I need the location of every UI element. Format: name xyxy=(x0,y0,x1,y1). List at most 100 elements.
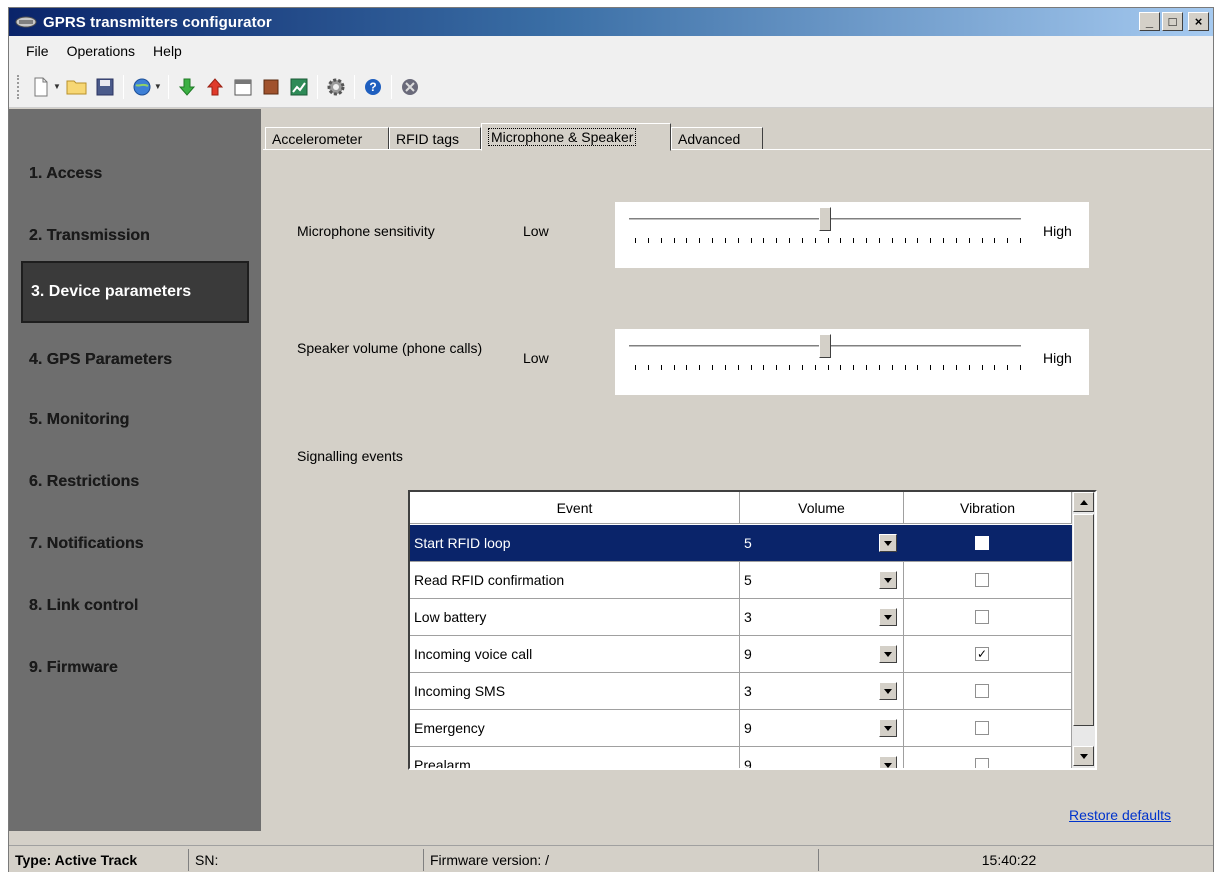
vibration-checkbox[interactable] xyxy=(975,610,989,624)
volume-combo[interactable]: 9 xyxy=(740,747,904,768)
volume-combo[interactable]: 3 xyxy=(740,599,904,635)
vibration-checkbox[interactable] xyxy=(975,536,989,550)
dropdown-arrow-icon[interactable] xyxy=(879,608,897,626)
event-cell[interactable]: Low battery xyxy=(410,599,740,635)
table-row[interactable]: Start RFID loop 5 xyxy=(410,525,1072,562)
slider-tick xyxy=(661,238,662,243)
settings-gear-icon[interactable] xyxy=(325,76,347,98)
dropdown-arrow-icon[interactable] xyxy=(879,571,897,589)
event-cell[interactable]: Incoming SMS xyxy=(410,673,740,709)
vibration-checkbox[interactable] xyxy=(975,573,989,587)
restore-defaults-link[interactable]: Restore defaults xyxy=(1069,807,1171,823)
table-row[interactable]: Emergency 9 xyxy=(410,710,1072,747)
slider-thumb[interactable] xyxy=(819,334,831,358)
open-folder-icon[interactable] xyxy=(66,76,88,98)
maximize-button[interactable]: □ xyxy=(1162,12,1183,31)
vibration-checkbox[interactable] xyxy=(975,684,989,698)
event-cell[interactable]: Read RFID confirmation xyxy=(410,562,740,598)
slider-tick xyxy=(982,238,983,243)
table-row[interactable]: Prealarm 9 xyxy=(410,747,1072,768)
disconnect-icon[interactable] xyxy=(399,76,421,98)
dropdown-arrow-icon[interactable] xyxy=(879,719,897,737)
slider-tick xyxy=(686,238,687,243)
sidebar-item-device-parameters[interactable]: 3. Device parameters xyxy=(21,261,249,323)
sidebar-item-firmware[interactable]: 9. Firmware xyxy=(21,639,249,697)
tab-rfid-tags[interactable]: RFID tags xyxy=(389,127,481,151)
dropdown-arrow-icon[interactable] xyxy=(879,534,897,552)
menu-file[interactable]: File xyxy=(17,39,58,63)
title-bar[interactable]: GPRS transmitters configurator _ □ × xyxy=(9,8,1213,36)
new-document-icon[interactable] xyxy=(30,76,52,98)
event-cell[interactable]: Prealarm xyxy=(410,747,740,768)
slider-tick xyxy=(905,365,906,370)
vibration-checkbox[interactable] xyxy=(975,758,989,768)
event-cell[interactable]: Emergency xyxy=(410,710,740,746)
status-firmware-version: Firmware version: / xyxy=(424,848,819,871)
toolbar-separator xyxy=(167,74,169,99)
sidebar-item-link-control[interactable]: 8. Link control xyxy=(21,577,249,635)
toolbar-grip[interactable] xyxy=(17,74,21,99)
dropdown-arrow-icon[interactable] xyxy=(879,645,897,663)
slider-thumb[interactable] xyxy=(819,207,831,231)
vibration-checkbox[interactable] xyxy=(975,721,989,735)
sidebar-item-monitoring[interactable]: 5. Monitoring xyxy=(21,391,249,449)
book-icon[interactable] xyxy=(260,76,282,98)
vibration-cell xyxy=(904,747,1072,768)
slider-tick xyxy=(815,365,816,370)
volume-combo[interactable]: 9 xyxy=(740,636,904,672)
column-header-volume[interactable]: Volume xyxy=(740,492,904,524)
tab-microphone-speaker[interactable]: Microphone & Speaker xyxy=(481,123,671,151)
sidebar-item-label: 8. Link control xyxy=(29,597,139,614)
signalling-events-table[interactable]: Event Volume Vibration Start RFID loop 5 R… xyxy=(408,490,1097,770)
minimize-button[interactable]: _ xyxy=(1139,12,1160,31)
vibration-cell xyxy=(904,562,1072,598)
slider-tick xyxy=(969,365,970,370)
sidebar-item-access[interactable]: 1. Access xyxy=(21,145,249,203)
tab-accelerometer[interactable]: Accelerometer xyxy=(265,127,389,151)
chart-icon[interactable] xyxy=(288,76,310,98)
volume-combo[interactable]: 5 xyxy=(740,525,904,561)
volume-combo[interactable]: 3 xyxy=(740,673,904,709)
upload-arrow-icon[interactable] xyxy=(204,76,226,98)
sidebar-item-restrictions[interactable]: 6. Restrictions xyxy=(21,453,249,511)
volume-combo[interactable]: 5 xyxy=(740,562,904,598)
globe-connect-icon[interactable] xyxy=(131,76,153,98)
microphone-sensitivity-slider[interactable] xyxy=(615,202,1089,268)
table-scrollbar[interactable] xyxy=(1072,492,1095,768)
slider-tick xyxy=(879,238,880,243)
chevron-down-icon[interactable]: ▼ xyxy=(53,82,61,91)
sidebar-item-label: 3. Device parameters xyxy=(31,283,192,300)
scroll-thumb[interactable] xyxy=(1073,514,1094,726)
table-row[interactable]: Low battery 3 xyxy=(410,599,1072,636)
table-row[interactable]: Incoming voice call 9 ✓ xyxy=(410,636,1072,673)
event-cell[interactable]: Start RFID loop xyxy=(410,525,740,561)
download-arrow-icon[interactable] xyxy=(176,76,198,98)
slider-tick xyxy=(725,365,726,370)
menu-operations[interactable]: Operations xyxy=(58,39,144,63)
scroll-up-button[interactable] xyxy=(1073,492,1094,512)
speaker-volume-slider[interactable] xyxy=(615,329,1089,395)
vibration-checkbox[interactable]: ✓ xyxy=(975,647,989,661)
dropdown-arrow-icon[interactable] xyxy=(879,682,897,700)
event-cell[interactable]: Incoming voice call xyxy=(410,636,740,672)
dropdown-arrow-icon[interactable] xyxy=(879,756,897,768)
sidebar-item-transmission[interactable]: 2. Transmission xyxy=(21,207,249,265)
vibration-cell: ✓ xyxy=(904,636,1072,672)
calendar-icon[interactable] xyxy=(232,76,254,98)
column-header-vibration[interactable]: Vibration xyxy=(904,492,1072,524)
table-row[interactable]: Incoming SMS 3 xyxy=(410,673,1072,710)
tab-advanced[interactable]: Advanced xyxy=(671,127,763,151)
sidebar-item-notifications[interactable]: 7. Notifications xyxy=(21,515,249,573)
close-button[interactable]: × xyxy=(1188,12,1209,31)
volume-combo[interactable]: 9 xyxy=(740,710,904,746)
slider-tick xyxy=(853,238,854,243)
chevron-down-icon[interactable]: ▼ xyxy=(154,82,162,91)
sidebar-item-gps-parameters[interactable]: 4. GPS Parameters xyxy=(21,331,249,389)
scroll-down-button[interactable] xyxy=(1073,746,1094,766)
menu-help[interactable]: Help xyxy=(144,39,191,63)
save-icon[interactable] xyxy=(94,76,116,98)
column-header-event[interactable]: Event xyxy=(410,492,740,524)
help-icon[interactable]: ? xyxy=(362,76,384,98)
table-row[interactable]: Read RFID confirmation 5 xyxy=(410,562,1072,599)
slider-tick xyxy=(1020,238,1021,243)
